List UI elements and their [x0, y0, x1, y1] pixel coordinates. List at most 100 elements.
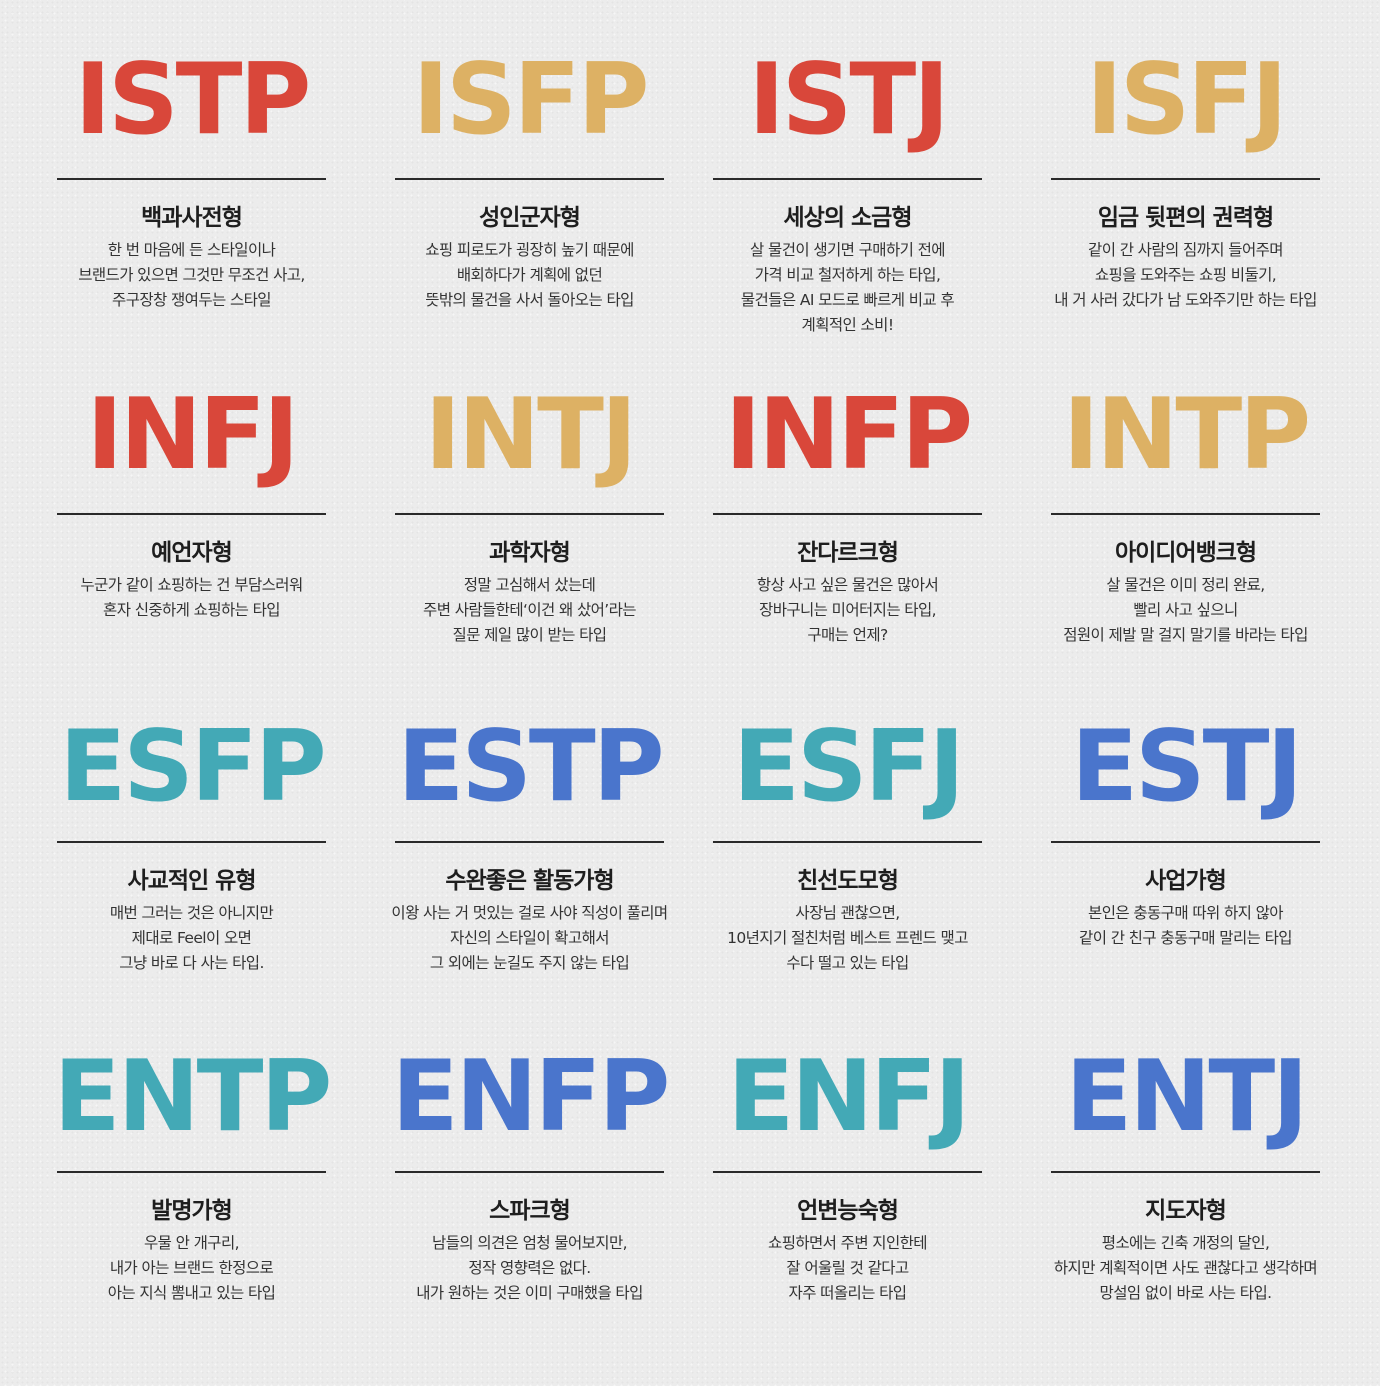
type-nickname: 친선도모형 — [797, 868, 899, 894]
description-line: 주구장창 쟁여두는 스타일 — [112, 291, 272, 309]
type-code: ESFJ — [733, 710, 965, 824]
type-card-esfj: ESFJ 친선도모형사장님 괜찮으면, 10년지기 절친처럼 베스트 프렌드 맺고수… — [675, 712, 1020, 1012]
description-line: 내가 아는 브랜드 한정으로 — [109, 1259, 274, 1277]
description-line: 우물 안 개구리, — [144, 1234, 240, 1252]
description-line: 하지만 계획적이면 사도 괜찮다고 생각하며 — [1053, 1259, 1318, 1277]
type-code: INTP — [1062, 378, 1311, 492]
description-line: 장바구니는 미어터지는 타입, — [759, 601, 937, 619]
type-nickname: 스파크형 — [489, 1198, 571, 1224]
type-description: 본인은 충동구매 따위 하지 않아 같이 간 친구 충동구매 말리는 타입 — [1013, 901, 1358, 951]
description-line: 자신의 스타일이 확고해서 — [450, 929, 610, 947]
type-card-entj: ENTJ 지도자형 평소에는 긴축 개정의 달인, 하지만 계획적이면 사도 괜찮다고… — [1013, 1042, 1358, 1342]
type-code: ISFP — [412, 43, 650, 157]
description-line: 정작 영향력은 없다. — [468, 1259, 591, 1277]
divider-line — [713, 841, 982, 843]
description-line: 이왕 사는 거 멋있는 걸로 사야 직성이 풀리며 — [391, 904, 668, 922]
description-line: 10년지기 절친처럼 베스트 프렌드 맺고 — [727, 929, 968, 947]
type-card-isfp: ISFP 성인군자형쇼핑 피로도가 굉장히 높기 때문에배회하다가 계획에 없던뜻… — [357, 45, 702, 345]
type-nickname: 성인군자형 — [479, 205, 581, 231]
type-card-istp: ISTP 백과사전형 한 번 마음에 든 스타일이나 브랜드가 있으면 그것만 무조건… — [19, 45, 364, 345]
divider-line — [57, 513, 326, 515]
type-card-infp: INFP 잔다르크형 항상 사고 싶은 물건은 많아서 장바구니는 미어터지는 타입,… — [675, 380, 1020, 680]
type-description: 한 번 마음에 든 스타일이나브랜드가 있으면 그것만 무조건 사고, 주구장창 … — [19, 238, 364, 313]
type-card-estp: ESTP 수완좋은 활동가형이왕 사는 거 멋있는 걸로 사야 직성이 풀리며자신… — [357, 712, 702, 1012]
description-line: 빨리 사고 싶으니 — [1133, 601, 1238, 619]
description-line: 아는 지식 뽐내고 있는 타입 — [107, 1284, 276, 1302]
type-code: INFP — [724, 378, 973, 492]
type-card-esfp: ESFP 사교적인 유형 매번 그러는 것은 아니지만 제대로 Feel이 오면 그냥 … — [19, 712, 364, 1012]
divider-line — [1051, 513, 1320, 515]
type-card-istj: ISTJ 세상의 소금형 살 물건이 생기면 구매하기 전에 가격 비교 철저하게 하… — [675, 45, 1020, 345]
type-code: ENTJ — [1065, 1040, 1308, 1154]
divider-line — [57, 841, 326, 843]
description-line: 자주 떠올리는 타입 — [788, 1284, 908, 1302]
type-code: INTJ — [424, 378, 638, 492]
description-line: 평소에는 긴축 개정의 달인, — [1101, 1234, 1270, 1252]
description-line: 점원이 제발 말 걸지 말기를 바라는 타입 — [1063, 626, 1308, 644]
type-nickname: 수완좋은 활동가형 — [445, 868, 614, 894]
divider-line — [1051, 1171, 1320, 1173]
type-code: ENTP — [53, 1040, 333, 1154]
description-line: 배회하다가 계획에 없던 — [456, 266, 603, 284]
type-card-entp: ENTP 발명가형우물 안 개구리, 내가 아는 브랜드 한정으로아는 지식 뽐내고… — [19, 1042, 364, 1342]
type-nickname: 발명가형 — [151, 1198, 233, 1224]
type-nickname: 과학자형 — [489, 540, 571, 566]
type-card-enfp: ENFP 스파크형남들의 의견은 엄청 물어보지만, 정작 영향력은 없다. 내가 원… — [357, 1042, 702, 1342]
type-description: 같이 간 사람의 짐까지 들어주며쇼핑을 도와주는 쇼핑 비둘기, 내 거 사러 … — [1013, 238, 1358, 313]
description-line: 그냥 바로 다 사는 타입. — [119, 954, 264, 972]
type-code: ESFP — [59, 710, 326, 824]
type-nickname: 아이디어뱅크형 — [1114, 540, 1257, 566]
divider-line — [1051, 178, 1320, 180]
type-code: INFJ — [86, 378, 300, 492]
type-description: 평소에는 긴축 개정의 달인, 하지만 계획적이면 사도 괜찮다고 생각하며 망설임… — [1013, 1231, 1358, 1306]
description-line: 브랜드가 있으면 그것만 무조건 사고, — [78, 266, 305, 284]
description-line: 가격 비교 철저하게 하는 타입, — [754, 266, 941, 284]
description-line: 구매는 언제? — [807, 626, 888, 644]
type-card-infj: INFJ 예언자형 누군가 같이 쇼핑하는 건 부담스러워 혼자 신중하게 쇼핑하는 … — [19, 380, 364, 680]
description-line: 물건들은 AI 모드로 빠르게 비교 후 — [740, 291, 955, 309]
description-line: 한 번 마음에 든 스타일이나 — [107, 241, 276, 259]
type-code: ISFJ — [1086, 43, 1287, 157]
type-description: 살 물건은 이미 정리 완료, 빨리 사고 싶으니점원이 제발 말 걸지 말기를 … — [1013, 573, 1358, 648]
description-line: 남들의 의견은 엄청 물어보지만, — [432, 1234, 627, 1252]
type-code: ISTJ — [748, 43, 949, 157]
description-line: 질문 제일 많이 받는 타입 — [452, 626, 608, 644]
type-description: 쇼핑 피로도가 굉장히 높기 때문에배회하다가 계획에 없던뜻밖의 물건을 사서… — [357, 238, 702, 313]
divider-line — [395, 1171, 664, 1173]
type-description: 정말 고심해서 샀는데 주변 사람들한테‘이건 왜 샀어’라는 질문 제일 많이 받… — [357, 573, 702, 648]
type-nickname: 언변능숙형 — [797, 1198, 899, 1224]
description-line: 같이 간 친구 충동구매 말리는 타입 — [1079, 929, 1292, 947]
type-card-intj: INTJ 과학자형정말 고심해서 샀는데 주변 사람들한테‘이건 왜 샀어’라는 질문… — [357, 380, 702, 680]
type-nickname: 임금 뒷편의 권력형 — [1097, 205, 1274, 231]
type-description: 항상 사고 싶은 물건은 많아서 장바구니는 미어터지는 타입, 구매는 언제? — [675, 573, 1020, 648]
type-code: ENFJ — [727, 1040, 970, 1154]
type-description: 우물 안 개구리, 내가 아는 브랜드 한정으로아는 지식 뽐내고 있는 타입 — [19, 1231, 364, 1306]
type-code: ENFP — [391, 1040, 671, 1154]
type-description: 이왕 사는 거 멋있는 걸로 사야 직성이 풀리며 자신의 스타일이 확고해서 그 … — [357, 901, 702, 976]
description-line: 수다 떨고 있는 타입 — [786, 954, 909, 972]
divider-line — [713, 513, 982, 515]
description-line: 살 물건이 생기면 구매하기 전에 — [750, 241, 945, 259]
description-line: 쇼핑 피로도가 굉장히 높기 때문에 — [425, 241, 634, 259]
divider-line — [713, 178, 982, 180]
description-line: 같이 간 사람의 짐까지 들어주며 — [1088, 241, 1283, 259]
type-card-enfj: ENFJ 언변능숙형 쇼핑하면서 주변 지인한테 잘 어울릴 것 같다고 자주 떠올리는… — [675, 1042, 1020, 1342]
description-line: 내 거 사러 갔다가 남 도와주기만 하는 타입 — [1054, 291, 1317, 309]
divider-line — [395, 841, 664, 843]
type-description: 누군가 같이 쇼핑하는 건 부담스러워 혼자 신중하게 쇼핑하는 타입 — [19, 573, 364, 623]
description-line: 쇼핑을 도와주는 쇼핑 비둘기, — [1094, 266, 1277, 284]
type-nickname: 사교적인 유형 — [127, 868, 257, 894]
description-line: 매번 그러는 것은 아니지만 — [109, 904, 274, 922]
type-code: ESTP — [397, 710, 664, 824]
divider-line — [395, 178, 664, 180]
type-description: 남들의 의견은 엄청 물어보지만, 정작 영향력은 없다. 내가 원하는 것은 이미… — [357, 1231, 702, 1306]
description-line: 누군가 같이 쇼핑하는 건 부담스러워 — [80, 576, 303, 594]
description-line: 내가 원하는 것은 이미 구매했을 타입 — [416, 1284, 643, 1302]
description-line: 사장님 괜찮으면, — [795, 904, 900, 922]
description-line: 뜻밖의 물건을 사서 돌아오는 타입 — [425, 291, 634, 309]
type-description: 사장님 괜찮으면, 10년지기 절친처럼 베스트 프렌드 맺고수다 떨고 있는 타… — [675, 901, 1020, 976]
type-card-isfj: ISFJ 임금 뒷편의 권력형같이 간 사람의 짐까지 들어주며쇼핑을 도와주는 … — [1013, 45, 1358, 345]
description-line: 살 물건은 이미 정리 완료, — [1106, 576, 1265, 594]
divider-line — [713, 1171, 982, 1173]
type-code: ISTP — [74, 43, 312, 157]
